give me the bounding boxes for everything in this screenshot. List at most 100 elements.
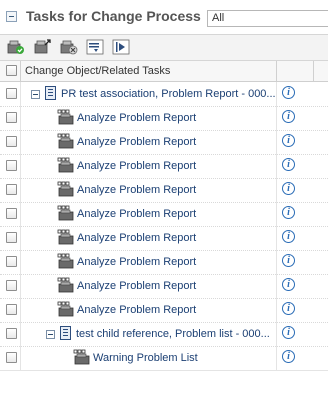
row-checkbox[interactable] — [6, 112, 17, 123]
cell-divider — [20, 82, 21, 106]
cell-divider — [20, 202, 21, 226]
task-row: Analyze Problem Report i — [0, 178, 328, 203]
task-icon — [57, 133, 74, 149]
column-divider — [20, 61, 21, 81]
info-icon[interactable]: i — [282, 302, 295, 315]
task-row: Analyze Problem Report i — [0, 130, 328, 155]
cell-divider — [276, 82, 277, 106]
cell-divider — [276, 346, 277, 370]
cell-divider — [276, 106, 277, 130]
row-checkbox[interactable] — [6, 304, 17, 315]
cell-divider — [276, 274, 277, 298]
task-link[interactable]: Analyze Problem Report — [77, 112, 196, 124]
task-link[interactable]: Warning Problem List — [93, 352, 198, 364]
task-row: Analyze Problem Report i — [0, 298, 328, 323]
change-object-row: test child reference, Problem list - 000… — [0, 322, 328, 347]
cell-divider — [20, 250, 21, 274]
row-checkbox[interactable] — [6, 232, 17, 243]
info-icon[interactable]: i — [282, 350, 295, 363]
row-checkbox[interactable] — [6, 208, 17, 219]
task-icon — [57, 181, 74, 197]
task-icon — [57, 253, 74, 269]
column-header-change-object[interactable]: Change Object/Related Tasks — [25, 65, 170, 77]
task-link[interactable]: Analyze Problem Report — [77, 136, 196, 148]
cell-divider — [20, 178, 21, 202]
task-row: Analyze Problem Report i — [0, 106, 328, 131]
change-object-icon — [45, 86, 56, 100]
task-link[interactable]: Analyze Problem Report — [77, 232, 196, 244]
task-row: Warning Problem List i — [0, 346, 328, 371]
task-row: Analyze Problem Report i — [0, 202, 328, 227]
task-link[interactable]: Analyze Problem Report — [77, 184, 196, 196]
info-icon[interactable]: i — [282, 230, 295, 243]
cell-divider — [20, 274, 21, 298]
cell-divider — [20, 322, 21, 346]
select-all-checkbox[interactable] — [6, 65, 17, 76]
change-object-link[interactable]: test child reference, Problem list - 000… — [76, 328, 270, 340]
task-link[interactable]: Analyze Problem Report — [77, 208, 196, 220]
info-icon[interactable]: i — [282, 86, 295, 99]
cell-divider — [20, 130, 21, 154]
task-icon — [57, 301, 74, 317]
info-icon[interactable]: i — [282, 182, 295, 195]
panel-header: Tasks for Change Process All — [0, 0, 328, 35]
column-divider — [276, 61, 277, 81]
task-icon — [73, 349, 90, 365]
task-row: Analyze Problem Report i — [0, 250, 328, 275]
info-icon[interactable]: i — [282, 206, 295, 219]
cell-divider — [20, 226, 21, 250]
row-checkbox[interactable] — [6, 184, 17, 195]
cell-divider — [276, 202, 277, 226]
cell-divider — [20, 154, 21, 178]
task-link[interactable]: Analyze Problem Report — [77, 304, 196, 316]
cell-divider — [20, 298, 21, 322]
info-icon[interactable]: i — [282, 254, 295, 267]
task-run-icon[interactable] — [112, 39, 130, 55]
row-checkbox[interactable] — [6, 256, 17, 267]
task-icon — [57, 157, 74, 173]
row-checkbox[interactable] — [6, 160, 17, 171]
task-row: Analyze Problem Report i — [0, 274, 328, 299]
row-checkbox[interactable] — [6, 88, 17, 99]
task-link[interactable]: Analyze Problem Report — [77, 160, 196, 172]
row-checkbox[interactable] — [6, 352, 17, 363]
info-icon[interactable]: i — [282, 158, 295, 171]
cell-divider — [276, 130, 277, 154]
tree-collapse-icon[interactable] — [46, 330, 55, 339]
panel-title: Tasks for Change Process — [26, 8, 201, 24]
row-checkbox[interactable] — [6, 280, 17, 291]
column-divider — [313, 61, 314, 81]
info-icon[interactable]: i — [282, 110, 295, 123]
change-object-icon — [60, 326, 71, 340]
cell-divider — [20, 106, 21, 130]
task-menu-icon[interactable] — [86, 39, 104, 55]
info-icon[interactable]: i — [282, 134, 295, 147]
collapse-panel-button[interactable] — [6, 11, 17, 22]
cell-divider — [20, 346, 21, 370]
task-export-icon[interactable] — [34, 39, 52, 55]
info-icon[interactable]: i — [282, 326, 295, 339]
cell-divider — [276, 178, 277, 202]
task-icon — [57, 277, 74, 293]
tree-collapse-icon[interactable] — [31, 90, 40, 99]
cell-divider — [276, 322, 277, 346]
task-icon — [57, 205, 74, 221]
task-icon — [57, 109, 74, 125]
task-link[interactable]: Analyze Problem Report — [77, 280, 196, 292]
task-icon — [57, 229, 74, 245]
cell-divider — [276, 250, 277, 274]
filter-select[interactable]: All — [207, 10, 328, 27]
task-row: Analyze Problem Report i — [0, 226, 328, 251]
change-object-link[interactable]: PR test association, Problem Report - 00… — [61, 88, 276, 100]
task-complete-icon[interactable] — [7, 39, 25, 55]
toolbar — [0, 35, 328, 61]
row-checkbox[interactable] — [6, 328, 17, 339]
row-checkbox[interactable] — [6, 136, 17, 147]
task-link[interactable]: Analyze Problem Report — [77, 256, 196, 268]
task-row: Analyze Problem Report i — [0, 154, 328, 179]
change-object-row: PR test association, Problem Report - 00… — [0, 82, 328, 107]
info-icon[interactable]: i — [282, 278, 295, 291]
cell-divider — [276, 154, 277, 178]
task-cancel-icon[interactable] — [60, 39, 78, 55]
table-bottom-border — [0, 370, 328, 371]
